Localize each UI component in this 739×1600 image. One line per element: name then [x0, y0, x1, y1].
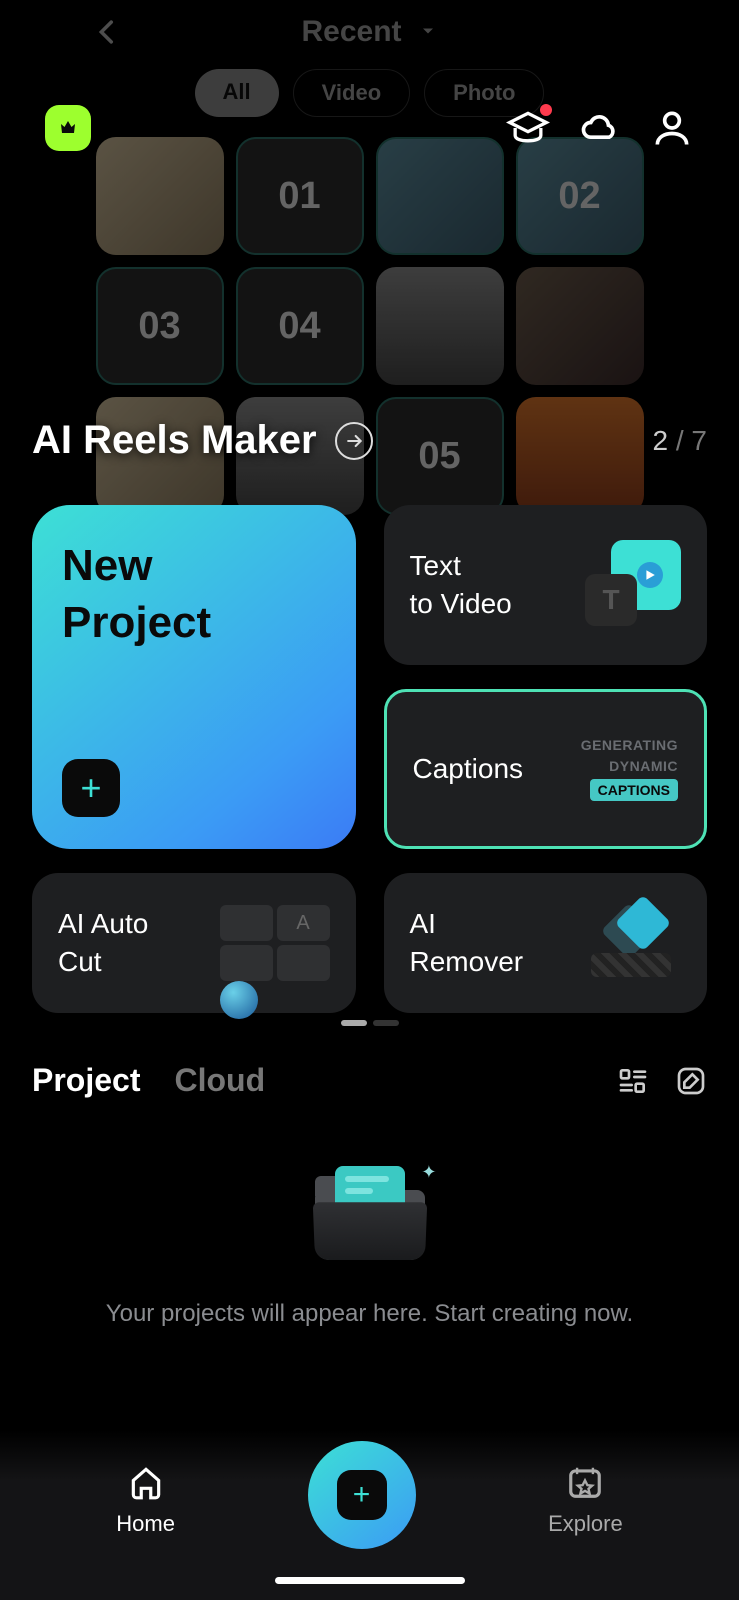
text-to-video-icon: T — [581, 540, 681, 630]
premium-badge[interactable] — [45, 105, 91, 151]
captions-tile[interactable]: Captions GENERATING DYNAMIC CAPTIONS — [384, 689, 708, 849]
plus-icon: + — [62, 759, 120, 817]
auto-cut-icon: A — [220, 905, 330, 981]
plus-icon: + — [337, 1470, 387, 1520]
media-thumb[interactable]: 03 — [96, 267, 224, 385]
media-thumb[interactable]: 01 — [236, 137, 364, 255]
new-project-label: New Project — [62, 537, 326, 651]
notification-dot — [540, 104, 552, 116]
captions-graphic: GENERATING DYNAMIC CAPTIONS — [581, 737, 678, 801]
profile-icon[interactable] — [650, 106, 694, 150]
media-thumb[interactable] — [96, 137, 224, 255]
media-thumb[interactable]: 04 — [236, 267, 364, 385]
tab-cloud[interactable]: Cloud — [174, 1062, 265, 1099]
reels-counter: 2 / 7 — [653, 425, 708, 457]
remover-tile[interactable]: AI Remover — [384, 873, 708, 1013]
tab-project[interactable]: Project — [32, 1062, 140, 1099]
home-icon — [127, 1463, 165, 1501]
media-thumb[interactable] — [516, 267, 644, 385]
media-thumb[interactable] — [376, 267, 504, 385]
auto-cut-tile[interactable]: AI Auto Cut A — [32, 873, 356, 1013]
nav-home[interactable]: Home — [116, 1463, 175, 1537]
home-indicator — [275, 1577, 465, 1584]
arrow-right-icon[interactable] — [335, 422, 373, 460]
explore-icon — [566, 1463, 604, 1501]
edit-icon[interactable] — [675, 1065, 707, 1097]
create-fab[interactable]: + — [308, 1441, 416, 1549]
media-thumb[interactable]: 02 — [516, 137, 644, 255]
empty-folder-icon: ✦ — [315, 1170, 425, 1260]
page-indicator — [341, 1020, 399, 1026]
nav-explore[interactable]: Explore — [548, 1463, 623, 1537]
media-thumb[interactable] — [376, 137, 504, 255]
remover-icon — [591, 903, 681, 983]
reels-title: AI Reels Maker — [32, 418, 317, 463]
graduation-icon[interactable] — [506, 106, 550, 150]
back-icon[interactable] — [90, 15, 124, 58]
text-to-video-tile[interactable]: Text to Video T — [384, 505, 708, 665]
chevron-down-icon — [418, 15, 438, 49]
empty-message: Your projects will appear here. Start cr… — [66, 1300, 673, 1328]
cloud-icon[interactable] — [578, 106, 622, 150]
grid-view-icon[interactable] — [617, 1065, 649, 1097]
new-project-tile[interactable]: New Project + — [32, 505, 356, 849]
